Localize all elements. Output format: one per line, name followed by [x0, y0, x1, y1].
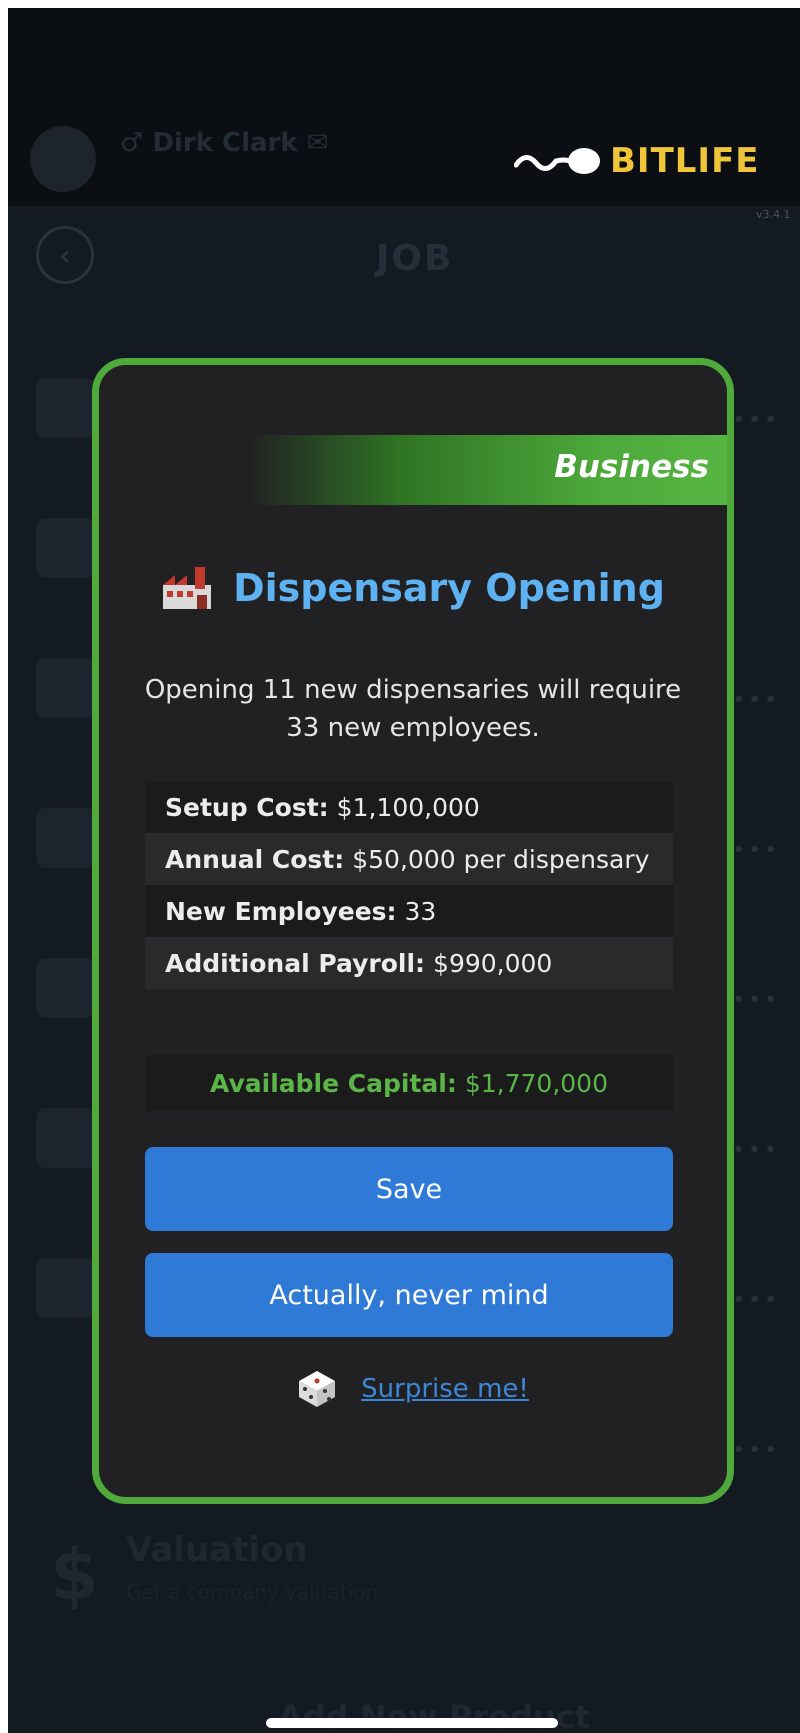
surprise-row: Surprise me!: [99, 1369, 727, 1409]
page-title: JOB: [376, 238, 454, 279]
stat-label: Setup Cost:: [165, 792, 329, 822]
money-bag-icon: [36, 1108, 96, 1168]
stat-row-annual-cost: Annual Cost: $50,000 per dispensary: [145, 833, 673, 885]
capital-value: $1,770,000: [464, 1068, 608, 1098]
capital-label: Available Capital:: [210, 1068, 457, 1098]
more-icon: •••: [732, 1138, 780, 1163]
more-icon: •••: [732, 688, 780, 713]
app-screen: ♂ Dirk Clark ✉ BITLIFE v3.4.1 ‹ JOB ••• …: [8, 8, 800, 1733]
category-label: Business: [554, 449, 709, 485]
truck-icon: [36, 658, 96, 718]
stat-value: $990,000: [433, 948, 553, 978]
stat-label: Annual Cost:: [165, 844, 345, 874]
stat-label: Additional Payroll:: [165, 948, 426, 978]
dollar-icon: $: [50, 1534, 99, 1616]
home-indicator[interactable]: [266, 1718, 558, 1728]
cancel-button[interactable]: Actually, never mind: [145, 1253, 673, 1337]
stat-value: $1,100,000: [336, 792, 480, 822]
valuation-subtitle: Get a company valuation: [126, 1580, 379, 1604]
stat-row-additional-payroll: Additional Payroll: $990,000: [145, 937, 673, 989]
category-ribbon: Business: [249, 435, 727, 505]
dispensary-dialog: Business Dispensary Opening Opening 11 n…: [92, 358, 734, 1504]
more-icon: •••: [732, 1288, 780, 1313]
sperm-icon: [514, 148, 600, 174]
bank-icon: [36, 808, 96, 868]
more-icon: •••: [732, 408, 780, 433]
briefcase-icon: [36, 378, 96, 438]
more-icon: •••: [732, 838, 780, 863]
available-capital: Available Capital: $1,770,000: [145, 1055, 673, 1111]
brand-name: BITLIFE: [610, 141, 760, 181]
factory-icon: [163, 567, 212, 609]
dice-icon[interactable]: [297, 1369, 337, 1409]
more-icon: •••: [732, 988, 780, 1013]
graduation-icon: [36, 518, 96, 578]
stat-row-setup-cost: Setup Cost: $1,100,000: [145, 781, 673, 833]
surprise-me-link[interactable]: Surprise me!: [361, 1374, 529, 1404]
handshake-icon: [36, 1258, 96, 1318]
save-button[interactable]: Save: [145, 1147, 673, 1231]
stat-value: 33: [404, 896, 437, 926]
stats-table: Setup Cost: $1,100,000 Annual Cost: $50,…: [145, 781, 673, 989]
chevron-left-icon: ‹: [59, 238, 71, 272]
tag-icon: [36, 958, 96, 1018]
version-label: v3.4.1: [756, 208, 791, 221]
character-name: ♂ Dirk Clark ✉: [120, 128, 329, 158]
dialog-title: Dispensary Opening: [233, 566, 665, 610]
valuation-title: Valuation: [126, 1530, 308, 1570]
dialog-description: Opening 11 new dispensaries will require…: [144, 675, 682, 743]
more-icon: •••: [732, 1438, 780, 1463]
dialog-header: Dispensary Opening: [99, 565, 727, 611]
avatar: [30, 126, 96, 192]
top-bar: ♂ Dirk Clark ✉ BITLIFE: [8, 8, 800, 206]
bitlife-logo: BITLIFE: [514, 136, 764, 186]
stat-label: New Employees:: [165, 896, 397, 926]
back-button[interactable]: ‹: [36, 226, 94, 284]
stat-value: $50,000 per dispensary: [352, 844, 650, 874]
stat-row-new-employees: New Employees: 33: [145, 885, 673, 937]
